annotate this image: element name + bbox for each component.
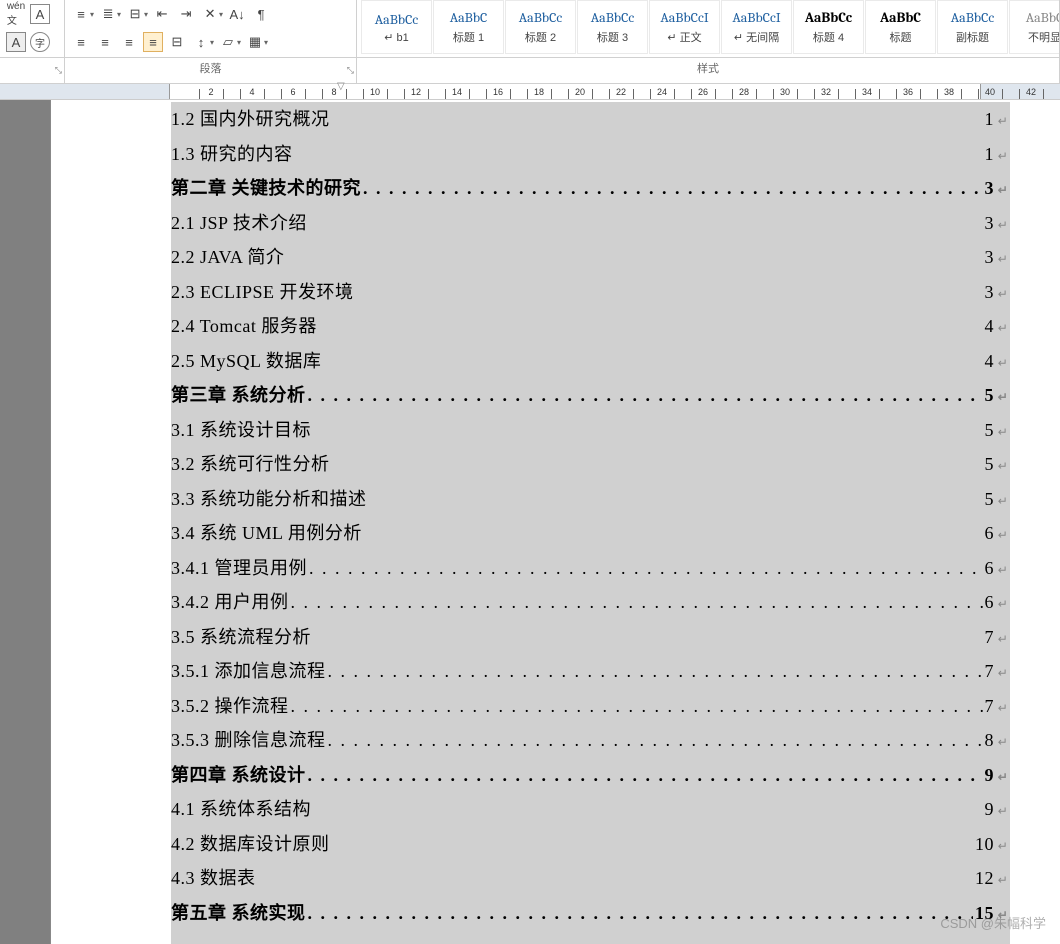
bullets-button[interactable]: ≡▾	[71, 4, 94, 24]
toc-line[interactable]: 3.3 系统功能分析和描述. . . . . . . . . . . . . .…	[171, 482, 1010, 517]
justify-button[interactable]: ≡	[143, 32, 163, 52]
group-labels-row: ⤡ 段落⤡ 样式	[0, 58, 1060, 84]
page-content[interactable]: 1.2 国内外研究概况. . . . . . . . . . . . . . .…	[171, 102, 1010, 944]
toc-line[interactable]: 第四章 系统设计. . . . . . . . . . . . . . . . …	[171, 758, 1010, 793]
toc-line[interactable]: 1.3 研究的内容. . . . . . . . . . . . . . . .…	[171, 137, 1010, 172]
toc-line[interactable]: 2.4 Tomcat 服务器. . . . . . . . . . . . . …	[171, 309, 1010, 344]
borders-button[interactable]: ▦▾	[245, 32, 268, 52]
toc-line[interactable]: 1.2 国内外研究概况. . . . . . . . . . . . . . .…	[171, 102, 1010, 137]
ruler-left-margin	[0, 84, 170, 99]
phonetic-guide-icon[interactable]: wén文	[6, 4, 26, 24]
align-right-button[interactable]: ≡	[119, 32, 139, 52]
doc-gutter	[0, 100, 50, 944]
ribbon: wén文 A A 字 ≡▾ ≣▾ ⊟▾ ⇤ ⇥ ✕▾ A↓ ¶ ≡ ≡ ≡ ≡ …	[0, 0, 1060, 58]
align-center-button[interactable]: ≡	[95, 32, 115, 52]
indent-marker-icon[interactable]: ▽	[337, 81, 345, 92]
enclose-char-icon[interactable]: 字	[30, 32, 50, 52]
ruler-body: ▽ 24681012141618202224262830323436384042	[170, 84, 1060, 99]
style-item-9[interactable]: AaBbC不明显	[1009, 0, 1060, 54]
toc-line[interactable]: 3.5 系统流程分析. . . . . . . . . . . . . . . …	[171, 620, 1010, 655]
toc-line[interactable]: 3.4.2 用户用例. . . . . . . . . . . . . . . …	[171, 585, 1010, 620]
paragraph-launcher-icon[interactable]: ⤡	[347, 59, 354, 81]
toc-line[interactable]: 3.1 系统设计目标. . . . . . . . . . . . . . . …	[171, 413, 1010, 448]
toc-line[interactable]: 4.3 数据表. . . . . . . . . . . . . . . . .…	[171, 861, 1010, 896]
toc-line[interactable]: 3.5.3 删除信息流程. . . . . . . . . . . . . . …	[171, 723, 1010, 758]
multilevel-list-button[interactable]: ⊟▾	[125, 4, 148, 24]
horizontal-ruler[interactable]: ▽ 24681012141618202224262830323436384042	[0, 84, 1060, 100]
decrease-indent-button[interactable]: ⇤	[152, 4, 172, 24]
watermark: CSDN @朱幅科学	[940, 913, 1046, 932]
toc-line[interactable]: 第五章 系统实现. . . . . . . . . . . . . . . . …	[171, 896, 1010, 931]
toc-line[interactable]: 第二章 关键技术的研究. . . . . . . . . . . . . . .…	[171, 171, 1010, 206]
style-item-5[interactable]: AaBbCcI↵ 无间隔	[721, 0, 792, 54]
paragraph-group: ≡▾ ≣▾ ⊟▾ ⇤ ⇥ ✕▾ A↓ ¶ ≡ ≡ ≡ ≡ ⊟ ↕▾ ▱▾ ▦▾	[65, 0, 357, 57]
line-spacing-button[interactable]: ↕▾	[191, 32, 214, 52]
asian-layout-button[interactable]: ✕▾	[200, 4, 223, 24]
char-shading-icon[interactable]: A	[6, 32, 26, 52]
toc-line[interactable]: 3.4 系统 UML 用例分析. . . . . . . . . . . . .…	[171, 516, 1010, 551]
document-area: 1.2 国内外研究概况. . . . . . . . . . . . . . .…	[0, 100, 1060, 944]
increase-indent-button[interactable]: ⇥	[176, 4, 196, 24]
distributed-button[interactable]: ⊟	[167, 32, 187, 52]
toc-line[interactable]: 3.4.1 管理员用例. . . . . . . . . . . . . . .…	[171, 551, 1010, 586]
styles-group: AaBbCc↵ b1AaBbC标题 1AaBbCc标题 2AaBbCc标题 3A…	[357, 0, 1060, 57]
align-left-button[interactable]: ≡	[71, 32, 91, 52]
shading-button[interactable]: ▱▾	[218, 32, 241, 52]
style-item-0[interactable]: AaBbCc↵ b1	[361, 0, 432, 54]
style-item-3[interactable]: AaBbCc标题 3	[577, 0, 648, 54]
style-item-2[interactable]: AaBbCc标题 2	[505, 0, 576, 54]
paragraph-group-label: 段落⤡	[65, 58, 357, 83]
style-item-1[interactable]: AaBbC标题 1	[433, 0, 504, 54]
toc-line[interactable]: 4.1 系统体系结构. . . . . . . . . . . . . . . …	[171, 792, 1010, 827]
toc-line[interactable]: 3.5.1 添加信息流程. . . . . . . . . . . . . . …	[171, 654, 1010, 689]
style-item-8[interactable]: AaBbCc副标题	[937, 0, 1008, 54]
toc-line[interactable]: 2.5 MySQL 数据库. . . . . . . . . . . . . .…	[171, 344, 1010, 379]
sort-button[interactable]: A↓	[227, 4, 247, 24]
page[interactable]: 1.2 国内外研究概况. . . . . . . . . . . . . . .…	[50, 100, 1060, 944]
char-border-icon[interactable]: A	[30, 4, 50, 24]
font-group: wén文 A A 字	[0, 0, 65, 57]
style-item-6[interactable]: AaBbCc标题 4	[793, 0, 864, 54]
toc-line[interactable]: 第三章 系统分析. . . . . . . . . . . . . . . . …	[171, 378, 1010, 413]
font-group-label: ⤡	[0, 58, 65, 83]
show-marks-button[interactable]: ¶	[251, 4, 271, 24]
styles-group-label: 样式	[357, 58, 1060, 83]
toc-line[interactable]: 2.1 JSP 技术介绍. . . . . . . . . . . . . . …	[171, 206, 1010, 241]
toc-line[interactable]: 3.5.2 操作流程. . . . . . . . . . . . . . . …	[171, 689, 1010, 724]
toc-line[interactable]: 2.2 JAVA 简介. . . . . . . . . . . . . . .…	[171, 240, 1010, 275]
style-item-7[interactable]: AaBbC标题	[865, 0, 936, 54]
toc-line[interactable]: 3.2 系统可行性分析. . . . . . . . . . . . . . .…	[171, 447, 1010, 482]
toc-line[interactable]: 2.3 ECLIPSE 开发环境. . . . . . . . . . . . …	[171, 275, 1010, 310]
numbering-button[interactable]: ≣▾	[98, 4, 121, 24]
style-item-4[interactable]: AaBbCcI↵ 正文	[649, 0, 720, 54]
toc-line[interactable]: 4.2 数据库设计原则. . . . . . . . . . . . . . .…	[171, 827, 1010, 862]
font-launcher-icon[interactable]: ⤡	[55, 59, 62, 81]
